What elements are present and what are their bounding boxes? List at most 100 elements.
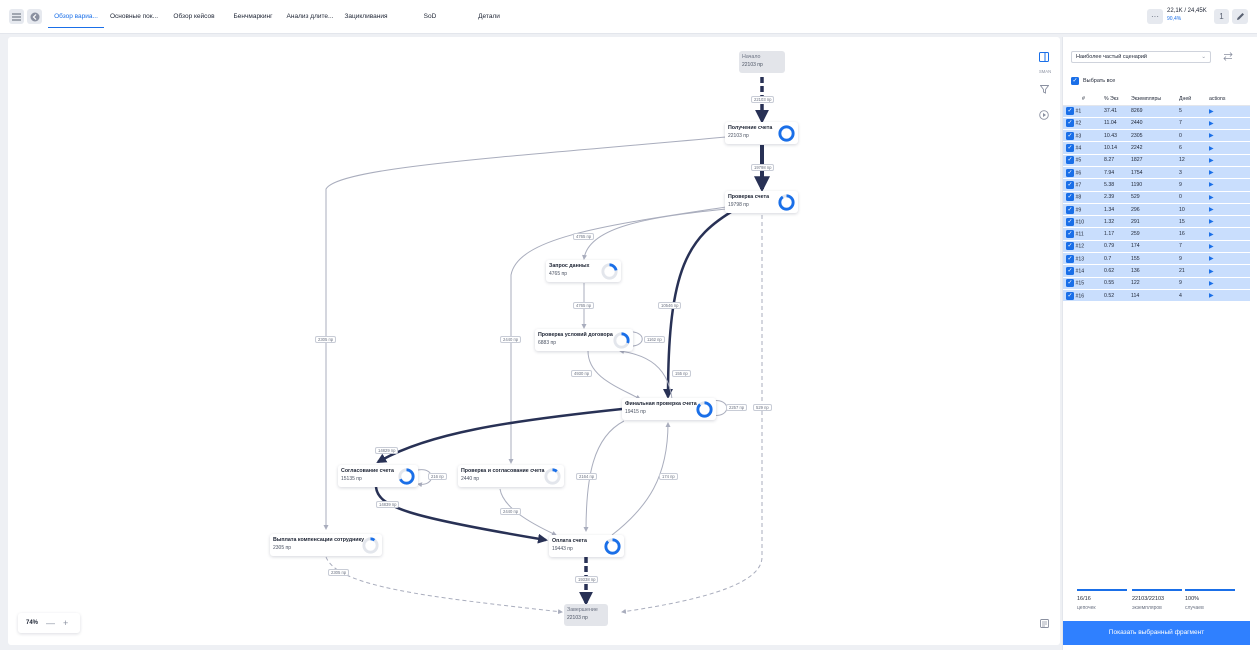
notes-icon[interactable] bbox=[1038, 617, 1050, 629]
filter-icon[interactable] bbox=[1038, 83, 1050, 95]
row-id-cell[interactable]: ✓ #13 bbox=[1063, 252, 1101, 266]
play-icon[interactable]: ▶ bbox=[1206, 240, 1250, 254]
row-id-cell[interactable]: ✓ #3 bbox=[1063, 129, 1101, 143]
menu-icon[interactable] bbox=[9, 9, 24, 24]
process-map-canvas[interactable]: 22103 пр 19798 пр 4765 пр 4765 пр 1162 п… bbox=[8, 37, 1060, 645]
row-id-cell[interactable]: ✓ #16 bbox=[1063, 289, 1101, 303]
show-selected-fragment-button[interactable]: Показать выбранный фрагмент bbox=[1063, 621, 1250, 645]
select-all-checkbox[interactable]: ✓ bbox=[1071, 77, 1079, 85]
row-checkbox[interactable]: ✓ bbox=[1066, 291, 1074, 300]
column-header[interactable]: Экземпляры bbox=[1128, 94, 1176, 106]
table-row[interactable]: ✓ #13 0.7 155 9 ▶ bbox=[1063, 252, 1250, 266]
row-checkbox[interactable]: ✓ bbox=[1066, 131, 1074, 140]
table-row[interactable]: ✓ #7 5.38 1190 9 ▶ bbox=[1063, 178, 1250, 192]
row-id-cell[interactable]: ✓ #1 bbox=[1063, 105, 1101, 118]
column-header[interactable]: % Экз bbox=[1101, 94, 1128, 106]
zoom-in-button[interactable]: + bbox=[63, 618, 68, 628]
row-id-cell[interactable]: ✓ #8 bbox=[1063, 191, 1101, 204]
play-icon[interactable]: ▶ bbox=[1206, 166, 1250, 180]
tab-sod[interactable]: SoD bbox=[416, 6, 444, 28]
tab-variants-overview[interactable]: Обзор вариа... bbox=[48, 6, 104, 28]
node-final-check[interactable]: Финальная проверка счета 19415 пр bbox=[622, 398, 716, 420]
tab-main-indicators[interactable]: Основные пок... bbox=[110, 6, 158, 28]
play-icon[interactable]: ▶ bbox=[1206, 289, 1250, 303]
row-checkbox[interactable]: ✓ bbox=[1066, 144, 1074, 153]
row-id-cell[interactable]: ✓ #4 bbox=[1063, 141, 1101, 155]
back-icon[interactable] bbox=[27, 9, 42, 24]
node-request-data[interactable]: Запрос данных 4765 пр bbox=[546, 260, 621, 282]
row-id-cell[interactable]: ✓ #5 bbox=[1063, 154, 1101, 167]
row-checkbox[interactable]: ✓ bbox=[1066, 168, 1074, 177]
row-id-cell[interactable]: ✓ #10 bbox=[1063, 215, 1101, 229]
one-button[interactable]: 1 bbox=[1214, 9, 1229, 24]
table-row[interactable]: ✓ #15 0.55 122 9 ▶ bbox=[1063, 277, 1250, 290]
node-approve-invoice[interactable]: Согласование счета 15135 пр bbox=[338, 465, 418, 487]
row-checkbox[interactable]: ✓ bbox=[1066, 193, 1074, 202]
node-check-invoice[interactable]: Проверка счета 19798 пр bbox=[725, 191, 798, 213]
node-check-and-approve[interactable]: Проверка и согласование счета 2440 пр bbox=[458, 465, 564, 487]
swap-icon[interactable] bbox=[1223, 52, 1233, 63]
table-row[interactable]: ✓ #10 1.32 291 15 ▶ bbox=[1063, 215, 1250, 229]
play-icon[interactable]: ▶ bbox=[1206, 141, 1250, 155]
play-icon[interactable]: ▶ bbox=[1206, 203, 1250, 217]
row-id-cell[interactable]: ✓ #15 bbox=[1063, 277, 1101, 290]
edit-icon[interactable] bbox=[1232, 9, 1248, 24]
tab-benchmarking[interactable]: Бенчмаркинг bbox=[229, 6, 277, 28]
tab-cases-overview[interactable]: Обзор кейсов bbox=[170, 6, 218, 28]
node-employee-compensation[interactable]: Выплата компенсации сотруднику 2305 пр bbox=[270, 534, 382, 556]
table-row[interactable]: ✓ #1 37.41 8269 5 ▶ bbox=[1063, 105, 1250, 118]
row-checkbox[interactable]: ✓ bbox=[1066, 180, 1074, 189]
row-checkbox[interactable]: ✓ bbox=[1066, 119, 1074, 128]
row-checkbox[interactable]: ✓ bbox=[1066, 217, 1074, 226]
scenario-select[interactable]: Наиболее частый сценарий ⌄ bbox=[1071, 51, 1211, 63]
table-row[interactable]: ✓ #9 1.34 296 10 ▶ bbox=[1063, 203, 1250, 217]
play-icon[interactable]: ▶ bbox=[1206, 105, 1250, 118]
table-row[interactable]: ✓ #4 10.14 2242 6 ▶ bbox=[1063, 141, 1250, 155]
row-checkbox[interactable]: ✓ bbox=[1066, 254, 1074, 263]
node-start[interactable]: Начало 22103 пр bbox=[739, 51, 785, 73]
play-icon[interactable] bbox=[1038, 109, 1050, 121]
tab-duration-analysis[interactable]: Анализ длите... bbox=[286, 6, 334, 28]
play-icon[interactable]: ▶ bbox=[1206, 178, 1250, 192]
table-row[interactable]: ✓ #6 7.94 1754 3 ▶ bbox=[1063, 166, 1250, 180]
play-icon[interactable]: ▶ bbox=[1206, 154, 1250, 167]
row-id-cell[interactable]: ✓ #6 bbox=[1063, 166, 1101, 180]
node-end[interactable]: Завершение 22103 пр bbox=[564, 604, 608, 626]
play-icon[interactable]: ▶ bbox=[1206, 227, 1250, 241]
play-icon[interactable]: ▶ bbox=[1206, 215, 1250, 229]
node-receive-invoice[interactable]: Получение счета 22103 пр bbox=[725, 122, 798, 144]
tab-details[interactable]: Детали bbox=[473, 6, 505, 28]
play-icon[interactable]: ▶ bbox=[1206, 191, 1250, 204]
select-all[interactable]: ✓ Выбрать все bbox=[1071, 77, 1115, 85]
row-checkbox[interactable]: ✓ bbox=[1066, 205, 1074, 214]
row-id-cell[interactable]: ✓ #14 bbox=[1063, 264, 1101, 278]
row-checkbox[interactable]: ✓ bbox=[1066, 156, 1074, 165]
table-row[interactable]: ✓ #14 0.62 136 21 ▶ bbox=[1063, 264, 1250, 278]
table-row[interactable]: ✓ #3 10.43 2305 0 ▶ bbox=[1063, 129, 1250, 143]
zoom-out-button[interactable]: — bbox=[46, 618, 55, 628]
row-id-cell[interactable]: ✓ #2 bbox=[1063, 117, 1101, 131]
table-row[interactable]: ✓ #2 11.04 2440 7 ▶ bbox=[1063, 117, 1250, 131]
column-header[interactable]: Дней bbox=[1176, 94, 1206, 106]
row-checkbox[interactable]: ✓ bbox=[1066, 267, 1074, 275]
table-row[interactable]: ✓ #16 0.52 114 4 ▶ bbox=[1063, 289, 1250, 303]
play-icon[interactable]: ▶ bbox=[1206, 252, 1250, 266]
column-header[interactable]: # bbox=[1063, 94, 1101, 106]
play-icon[interactable]: ▶ bbox=[1206, 129, 1250, 143]
row-id-cell[interactable]: ✓ #11 bbox=[1063, 227, 1101, 241]
node-pay-invoice[interactable]: Оплата счета 19443 пр bbox=[549, 535, 624, 557]
row-id-cell[interactable]: ✓ #7 bbox=[1063, 178, 1101, 192]
table-row[interactable]: ✓ #11 1.17 259 16 ▶ bbox=[1063, 227, 1250, 241]
play-icon[interactable]: ▶ bbox=[1206, 277, 1250, 290]
row-id-cell[interactable]: ✓ #9 bbox=[1063, 203, 1101, 217]
row-id-cell[interactable]: ✓ #12 bbox=[1063, 240, 1101, 254]
row-checkbox[interactable]: ✓ bbox=[1066, 230, 1074, 239]
table-row[interactable]: ✓ #5 8.27 1827 12 ▶ bbox=[1063, 154, 1250, 167]
table-row[interactable]: ✓ #8 2.39 529 0 ▶ bbox=[1063, 191, 1250, 204]
tab-loops[interactable]: Зацикливания bbox=[340, 6, 392, 28]
table-row[interactable]: ✓ #12 0.79 174 7 ▶ bbox=[1063, 240, 1250, 254]
more-button[interactable]: ··· bbox=[1147, 9, 1163, 24]
row-checkbox[interactable]: ✓ bbox=[1066, 242, 1074, 251]
row-checkbox[interactable]: ✓ bbox=[1066, 107, 1074, 116]
play-icon[interactable]: ▶ bbox=[1206, 264, 1250, 278]
